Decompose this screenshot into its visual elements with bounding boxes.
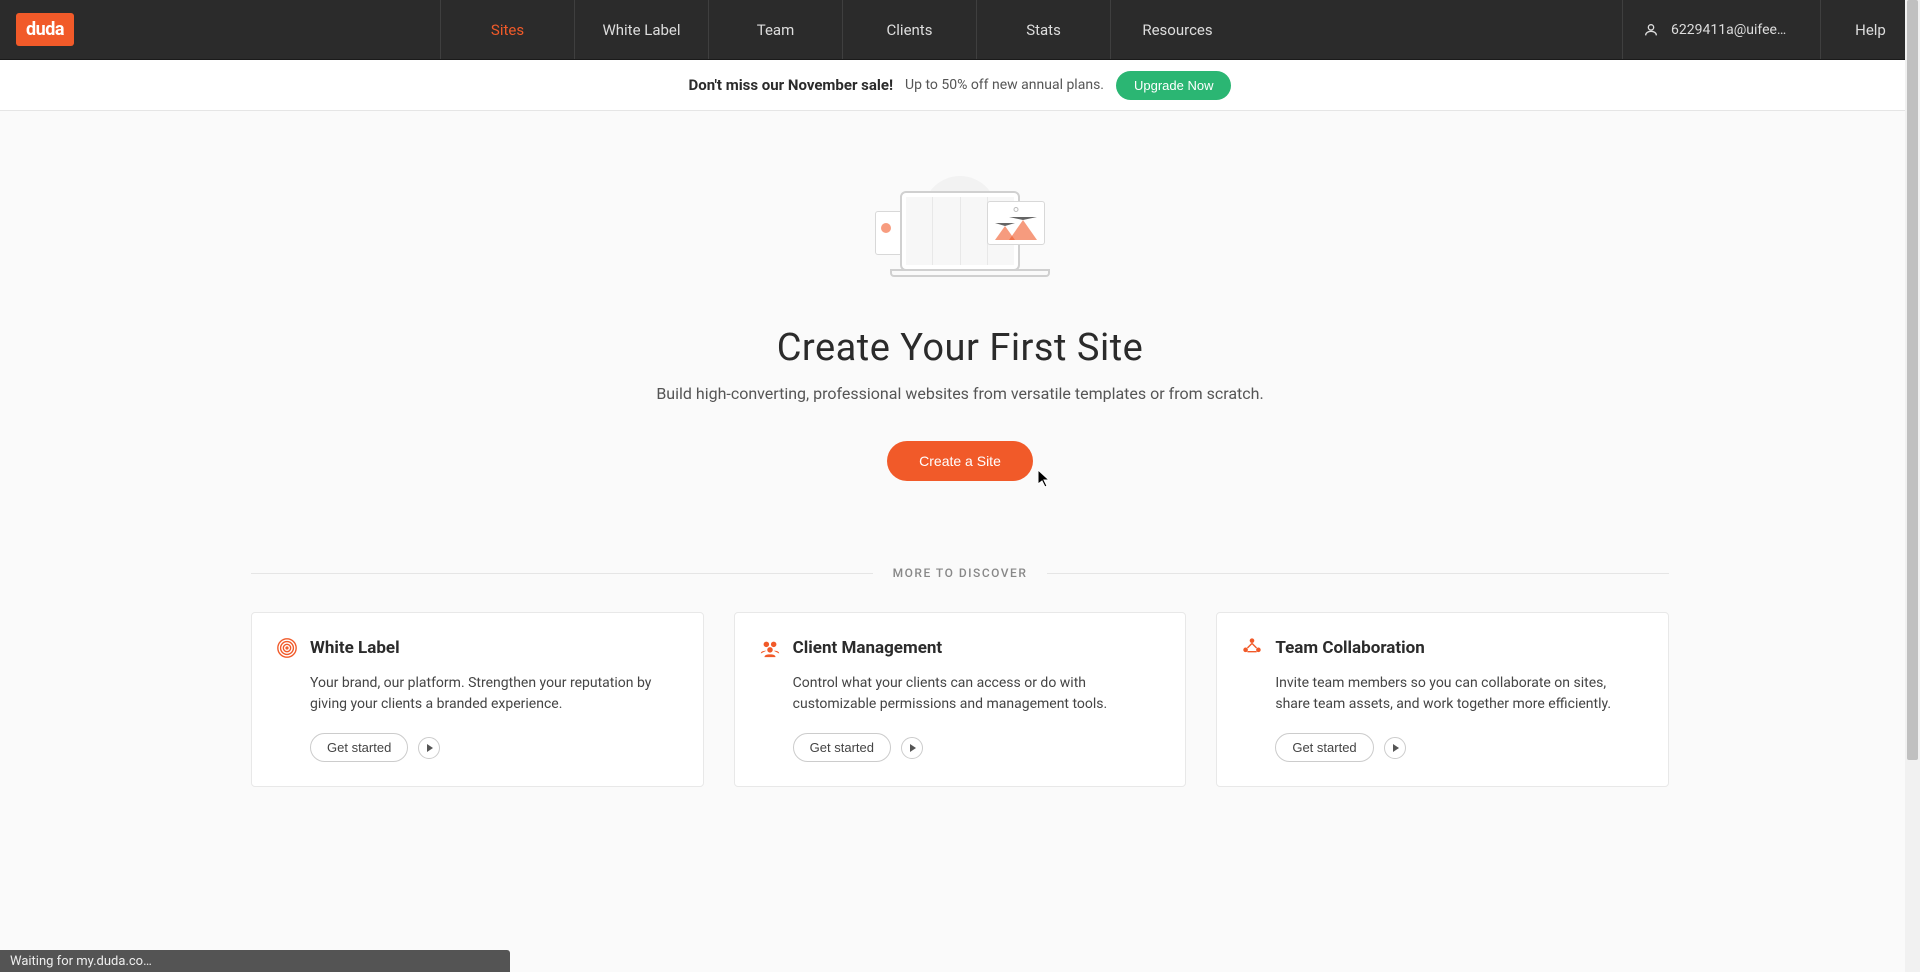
nav-items: Sites White Label Team Clients Stats Res…: [440, 0, 1244, 59]
logo[interactable]: duda: [0, 13, 90, 46]
promo-banner: Don't miss our November sale! Up to 50% …: [0, 60, 1920, 111]
divider-section: MORE TO DISCOVER: [251, 566, 1669, 580]
nav-resources[interactable]: Resources: [1110, 0, 1244, 59]
create-site-button[interactable]: Create a Site: [887, 441, 1033, 481]
play-icon: [910, 744, 916, 752]
get-started-button[interactable]: Get started: [793, 733, 891, 762]
fingerprint-icon: [276, 637, 298, 659]
card-title: Client Management: [793, 638, 943, 658]
divider-line-left: [251, 573, 873, 574]
hero-subtitle: Build high-converting, professional webs…: [195, 384, 1725, 403]
user-icon: [1643, 22, 1659, 38]
user-menu[interactable]: 6229411a@uifee…: [1622, 0, 1820, 59]
card-team-collaboration: Team Collaboration Invite team members s…: [1216, 612, 1669, 787]
nav-clients[interactable]: Clients: [842, 0, 976, 59]
play-icon: [1393, 744, 1399, 752]
card-description: Invite team members so you can collabora…: [1241, 673, 1644, 715]
play-video-button[interactable]: [901, 737, 923, 759]
promo-headline: Don't miss our November sale!: [689, 76, 894, 94]
divider-line-right: [1047, 573, 1669, 574]
people-icon: [759, 637, 781, 659]
scrollbar-track[interactable]: [1905, 0, 1920, 972]
nav-sites[interactable]: Sites: [440, 0, 574, 59]
card-title: Team Collaboration: [1275, 638, 1424, 658]
card-client-management: Client Management Control what your clie…: [734, 612, 1187, 787]
card-white-label: White Label Your brand, our platform. St…: [251, 612, 704, 787]
logo-text: duda: [16, 13, 74, 46]
play-video-button[interactable]: [1384, 737, 1406, 759]
user-email: 6229411a@uifee…: [1671, 22, 1786, 38]
browser-status-bar: Waiting for my.duda.co…: [0, 950, 510, 972]
card-description: Control what your clients can access or …: [759, 673, 1162, 715]
main-content: Create Your First Site Build high-conver…: [195, 111, 1725, 787]
get-started-button[interactable]: Get started: [310, 733, 408, 762]
nav-stats[interactable]: Stats: [976, 0, 1110, 59]
nav-team[interactable]: Team: [708, 0, 842, 59]
card-description: Your brand, our platform. Strengthen you…: [276, 673, 679, 715]
scrollbar-thumb[interactable]: [1907, 0, 1918, 760]
upgrade-button[interactable]: Upgrade Now: [1116, 71, 1232, 100]
get-started-button[interactable]: Get started: [1275, 733, 1373, 762]
divider-label: MORE TO DISCOVER: [893, 566, 1028, 580]
hero-illustration: [875, 176, 1045, 306]
card-title: White Label: [310, 638, 400, 658]
nav-white-label[interactable]: White Label: [574, 0, 708, 59]
play-video-button[interactable]: [418, 737, 440, 759]
play-icon: [427, 744, 433, 752]
collaboration-icon: [1241, 637, 1263, 659]
feature-cards: White Label Your brand, our platform. St…: [251, 612, 1669, 787]
top-navigation: duda Sites White Label Team Clients Stat…: [0, 0, 1920, 60]
hero-title: Create Your First Site: [195, 326, 1725, 370]
promo-detail: Up to 50% off new annual plans.: [905, 77, 1104, 93]
